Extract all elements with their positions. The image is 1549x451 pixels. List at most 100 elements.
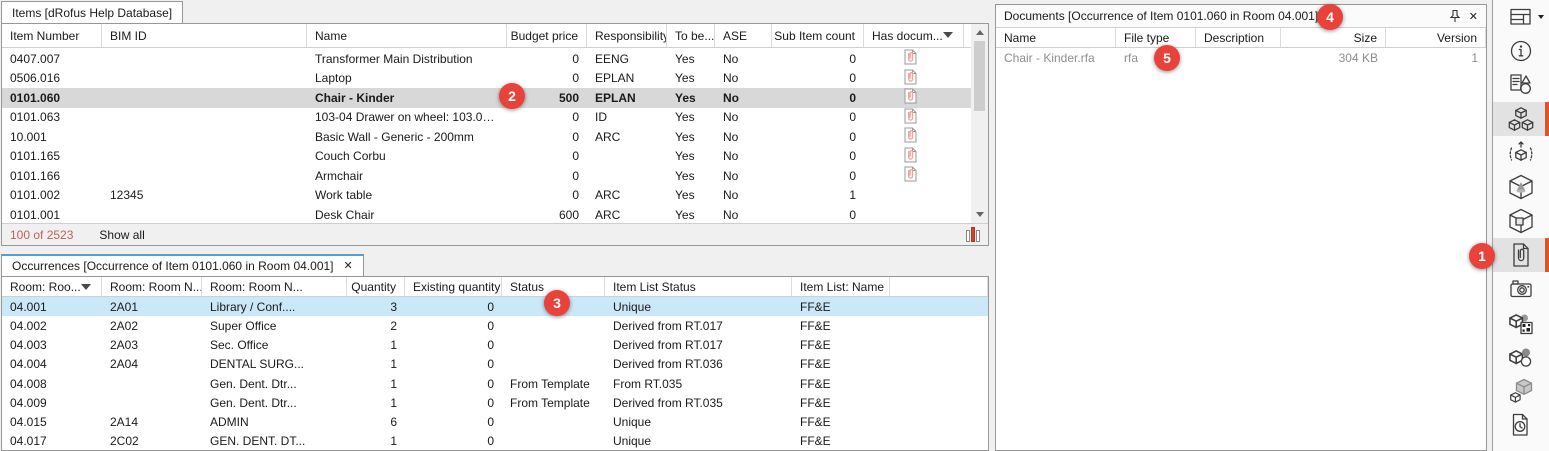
col-budget-price[interactable]: Budget price xyxy=(507,24,587,47)
table-row[interactable]: 0101.165 Couch Corbu 0 Yes No 0 xyxy=(2,147,971,167)
table-row[interactable]: 0506.016 Laptop 0 EPLAN Yes No 0 xyxy=(2,69,971,89)
scroll-up-icon[interactable] xyxy=(971,24,988,41)
col-item-number[interactable]: Item Number xyxy=(2,24,102,47)
classification-button[interactable] xyxy=(1493,306,1549,340)
table-row[interactable]: 0101.063 103-04 Drawer on wheel: 103.04.… xyxy=(2,108,971,128)
filter-dropdown-icon[interactable] xyxy=(943,32,953,38)
items-header: Item Number BIM ID Name Budget price Res… xyxy=(2,24,988,48)
annotation-badge-5: 5 xyxy=(1154,45,1180,71)
components-button[interactable] xyxy=(1493,102,1549,136)
col-existing-quantity[interactable]: Existing quantity xyxy=(405,277,502,296)
annotation-badge-1: 1 xyxy=(1469,243,1495,269)
table-row[interactable]: 04.009 Gen. Dent. Dtr... 1 0 From Templa… xyxy=(2,393,988,412)
items-statusbar: 100 of 2523 Show all xyxy=(2,223,988,245)
documents-rows: Chair - Kinder.rfa rfa 304 KB 1 xyxy=(996,48,1486,68)
row-count: 100 of 2523 xyxy=(10,228,73,242)
col-room-name-1[interactable]: Room: Room N... xyxy=(102,277,202,296)
col-ase[interactable]: ASE xyxy=(715,24,772,47)
col-description[interactable]: Description xyxy=(1196,28,1281,47)
col-room-no[interactable]: Room: Roo... xyxy=(2,277,102,296)
table-row[interactable]: 04.004 2A04 DENTAL SURG... 1 0 Derived f… xyxy=(2,355,988,374)
col-name[interactable]: Name xyxy=(307,24,507,47)
right-toolbar xyxy=(1492,0,1549,451)
document-attachment-icon xyxy=(904,88,917,104)
box-button[interactable] xyxy=(1493,204,1549,238)
table-row[interactable]: 10.001 Basic Wall - Generic - 200mm 0 AR… xyxy=(2,127,971,147)
col-item-list-status[interactable]: Item List Status xyxy=(605,277,792,296)
window-layout-button[interactable] xyxy=(1493,0,1549,34)
col-bim-id[interactable]: BIM ID xyxy=(102,24,307,47)
table-row[interactable]: 0407.007 Transformer Main Distribution 0… xyxy=(2,49,971,69)
items-scrollbar[interactable] xyxy=(971,24,988,223)
model-object-icon xyxy=(1508,174,1534,200)
items-panel: Items [dRofus Help Database] Item Number… xyxy=(1,0,989,246)
table-row[interactable]: 0101.002 12345 Work table 0 ARC Yes No 1 xyxy=(2,186,971,206)
col-filler xyxy=(890,277,988,296)
documents-button[interactable] xyxy=(1493,238,1549,272)
annotation-badge-4: 4 xyxy=(1317,4,1343,30)
table-row[interactable]: Chair - Kinder.rfa rfa 304 KB 1 xyxy=(996,48,1486,68)
camera-icon xyxy=(1508,276,1534,302)
table-row[interactable]: 04.017 2C02 GEN. DENT. DT... 1 0 Unique … xyxy=(2,432,988,451)
scrollbar-thumb[interactable] xyxy=(974,41,985,111)
transform-button[interactable] xyxy=(1493,136,1549,170)
documents-icon xyxy=(1508,242,1534,268)
model-object-button[interactable] xyxy=(1493,170,1549,204)
occurrences-table: Room: Roo... Room: Room N... Room: Room … xyxy=(1,276,989,451)
items-rows: 0407.007 Transformer Main Distribution 0… xyxy=(2,49,971,225)
log-icon xyxy=(1508,412,1534,438)
info-button[interactable] xyxy=(1493,34,1549,68)
annotation-badge-3: 3 xyxy=(544,290,570,316)
images-button[interactable] xyxy=(1493,272,1549,306)
table-row[interactable]: 04.015 2A14 ADMIN 6 0 Unique FF&E xyxy=(2,413,988,432)
table-row[interactable]: 04.002 2A02 Super Office 2 0 Derived fro… xyxy=(2,316,988,335)
column-chooser-icon[interactable] xyxy=(966,227,980,242)
product-button[interactable] xyxy=(1493,374,1549,408)
table-row[interactable]: 0101.001 Desk Chair 600 ARC Yes No 0 xyxy=(2,205,971,225)
occurrences-tabstrip: Occurrences [Occurrence of Item 0101.060… xyxy=(1,253,989,276)
close-tab-icon[interactable]: ✕ xyxy=(344,261,353,272)
occurrences-rows: 04.001 2A01 Library / Conf.... 3 0 Uniqu… xyxy=(2,297,988,451)
log-button[interactable] xyxy=(1493,408,1549,442)
product-icon xyxy=(1508,378,1534,404)
scroll-down-icon[interactable] xyxy=(971,206,988,223)
documents-title: Documents [Occurrence of Item 0101.060 i… xyxy=(1004,9,1441,23)
occurrences-header: Room: Roo... Room: Room N... Room: Room … xyxy=(2,277,988,297)
info-icon xyxy=(1508,38,1534,64)
item-data-sheet-button[interactable] xyxy=(1493,68,1549,102)
connected-items-icon xyxy=(1508,344,1534,370)
pin-icon[interactable] xyxy=(1449,9,1461,23)
connected-items-button[interactable] xyxy=(1493,340,1549,374)
items-tabstrip: Items [dRofus Help Database] xyxy=(1,0,989,23)
col-sub-item-count[interactable]: Sub Item count xyxy=(772,24,864,47)
sort-desc-icon[interactable] xyxy=(81,284,91,290)
col-quantity[interactable]: Quantity xyxy=(347,277,405,296)
table-row[interactable]: 0101.166 Armchair 0 Yes No 0 xyxy=(2,166,971,186)
document-attachment-icon xyxy=(904,147,917,163)
tab-occurrences[interactable]: Occurrences [Occurrence of Item 0101.060… xyxy=(1,254,364,276)
table-row[interactable]: 04.001 2A01 Library / Conf.... 3 0 Uniqu… xyxy=(2,297,988,316)
items-table: Item Number BIM ID Name Budget price Res… xyxy=(1,23,989,246)
col-file-type[interactable]: File type xyxy=(1116,28,1196,47)
table-row[interactable]: 0101.060 Chair - Kinder 500 EPLAN Yes No… xyxy=(2,88,971,108)
col-to-be[interactable]: To be... xyxy=(667,24,715,47)
col-item-list-name[interactable]: Item List: Name xyxy=(792,277,890,296)
window-layout-icon xyxy=(1508,4,1534,30)
close-panel-icon[interactable]: ✕ xyxy=(1469,10,1478,23)
col-has-documents-label: Has docum... xyxy=(872,29,943,43)
tab-items[interactable]: Items [dRofus Help Database] xyxy=(1,1,183,23)
table-row[interactable]: 04.003 2A03 Sec. Office 1 0 Derived from… xyxy=(2,336,988,355)
col-size[interactable]: Size xyxy=(1281,28,1386,47)
documents-titlebar: Documents [Occurrence of Item 0101.060 i… xyxy=(996,5,1486,28)
show-all-link[interactable]: Show all xyxy=(99,228,144,242)
documents-header: Name File type Description Size Version xyxy=(996,28,1486,48)
col-responsibility[interactable]: Responsibility xyxy=(587,24,667,47)
tab-items-label: Items [dRofus Help Database] xyxy=(12,6,172,20)
col-version[interactable]: Version xyxy=(1386,28,1486,47)
chevron-down-icon[interactable] xyxy=(1538,15,1544,19)
col-doc-name[interactable]: Name xyxy=(996,28,1116,47)
col-room-name-2[interactable]: Room: Room N... xyxy=(202,277,347,296)
document-attachment-icon xyxy=(904,127,917,143)
col-has-documents[interactable]: Has docum... xyxy=(864,24,964,47)
table-row[interactable]: 04.008 Gen. Dent. Dtr... 1 0 From Templa… xyxy=(2,374,988,393)
